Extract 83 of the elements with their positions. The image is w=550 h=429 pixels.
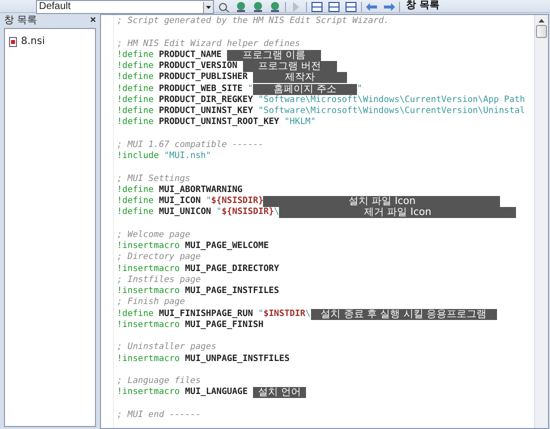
file-icon: [9, 37, 17, 47]
code-ident: MUI_UNICON: [158, 207, 212, 219]
code-var: ${NSISDIR}: [222, 207, 274, 219]
code-keyword: !define: [117, 308, 154, 320]
code-ident: MUI_ABORTWARNING: [158, 184, 243, 196]
code-keyword: !insertmacro: [117, 354, 180, 365]
back-arrow-icon[interactable]: [365, 2, 379, 12]
code-var: ${NSISDIR}: [211, 196, 264, 207]
code-keyword: !insertmacro: [117, 286, 180, 297]
code-string: "MUI.nsh": [163, 151, 212, 162]
code-comment: ; Language files: [117, 376, 201, 387]
layout-icon[interactable]: [310, 2, 324, 12]
code-keyword: !insertmacro: [117, 241, 180, 252]
redacted-text: 설치 언어: [253, 387, 306, 398]
code-var: $INSTDIR: [263, 308, 306, 320]
code-keyword: !insertmacro: [117, 387, 180, 399]
code-comment: ; Instfiles page: [117, 274, 201, 286]
redacted-text: 설치 종료 후 실행 시킬 응용프로그램: [310, 308, 497, 320]
code-keyword: !define: [117, 50, 154, 61]
code-ident: PRODUCT_DIR_REGKEY: [158, 94, 254, 106]
scroll-up-icon[interactable]: [538, 18, 545, 23]
code-ident: MUI_PAGE_INSTFILES: [184, 286, 280, 298]
code-keyword: !insertmacro: [117, 320, 180, 332]
code-keyword: !define: [117, 61, 154, 72]
redacted-text: 제작자: [253, 72, 348, 84]
code-keyword: !define: [117, 106, 154, 117]
code-comment: ; MUI end ------: [117, 410, 201, 422]
code-comment: ; Script generated by the HM NIS Edit Script Wizard.: [117, 16, 389, 28]
code-string: "HKLM": [284, 117, 316, 129]
code-keyword: !define: [117, 184, 154, 196]
code-comment: ; Uninstaller pages: [117, 342, 216, 354]
code-string: \: [274, 207, 280, 219]
code-ident: MUI_LANGUAGE: [184, 387, 249, 399]
code-ident: PRODUCT_UNINST_ROOT_KEY: [158, 117, 280, 129]
code-string: ": [248, 84, 254, 95]
code-comment: ; HM NIS Edit Wizard helper defines: [117, 38, 300, 50]
code-ident: PRODUCT_WEB_SITE: [158, 84, 244, 95]
code-string: ": [206, 196, 212, 208]
panel-title: 창 목록: [4, 15, 38, 27]
layout-icon[interactable]: [327, 2, 341, 12]
code-string: ": [357, 84, 362, 95]
window-list-button[interactable]: 창 목록: [403, 0, 442, 12]
code-comment: ; MUI 1.67 compatible ------: [117, 140, 264, 151]
file-item[interactable]: 8.nsi: [9, 36, 47, 48]
code-keyword: !insertmacro: [117, 264, 180, 275]
code-ident: MUI_ICON: [158, 196, 202, 208]
code-ident: MUI_UNPAGE_INSTFILES: [184, 354, 290, 365]
code-ident: MUI_PAGE_DIRECTORY: [184, 264, 280, 275]
redacted-text: 제거 파일 Icon: [279, 207, 516, 218]
code-string: ": [216, 207, 222, 219]
redacted-text: 설치 파일 Icon: [263, 196, 500, 208]
code-keyword: !include: [117, 151, 159, 162]
code-keyword: !define: [117, 72, 154, 84]
forward-arrow-icon[interactable]: [382, 2, 396, 12]
redacted-text: 프로그램 이름: [226, 50, 321, 61]
redacted-text: 프로그램 버전: [242, 61, 337, 72]
code-keyword: !define: [117, 207, 154, 219]
vertical-scrollbar[interactable]: [534, 15, 548, 428]
code-string: "Software\Microsoft\Windows\CurrentVersion\App Path: [258, 94, 525, 106]
code-keyword: !define: [117, 94, 154, 106]
search-icon[interactable]: [217, 2, 231, 12]
code-keyword: !define: [117, 196, 154, 207]
redacted-text: 홈페이지 주소: [253, 84, 358, 95]
code-ident: MUI_PAGE_WELCOME: [184, 241, 269, 252]
scroll-thumb[interactable]: [536, 25, 547, 38]
code-comment: ; Directory page: [117, 252, 201, 264]
code-ident: PRODUCT_PUBLISHER: [158, 72, 249, 84]
code-string: ": [258, 308, 264, 320]
code-ident: MUI_PAGE_FINISH: [184, 320, 264, 332]
code-ident: MUI_FINISHPAGE_RUN: [158, 308, 254, 320]
close-button[interactable]: ×: [90, 16, 96, 26]
code-string: "Software\Microsoft\Windows\CurrentVersion\Uninstal: [258, 106, 525, 118]
code-string: \: [305, 308, 311, 320]
code-keyword: !define: [117, 84, 154, 95]
code-comment: ; Finish page: [117, 297, 185, 309]
profile-dropdown[interactable]: Default: [36, 0, 214, 14]
code-comment: ; Welcome page: [117, 230, 190, 241]
layout-icon[interactable]: [344, 2, 358, 12]
code-ident: PRODUCT_UNINST_KEY: [158, 106, 254, 118]
code-ident: PRODUCT_VERSION: [158, 61, 238, 72]
code-comment: ; MUI Settings: [117, 174, 190, 185]
code-ident: PRODUCT_NAME: [158, 50, 223, 62]
code-keyword: !define: [117, 117, 154, 129]
